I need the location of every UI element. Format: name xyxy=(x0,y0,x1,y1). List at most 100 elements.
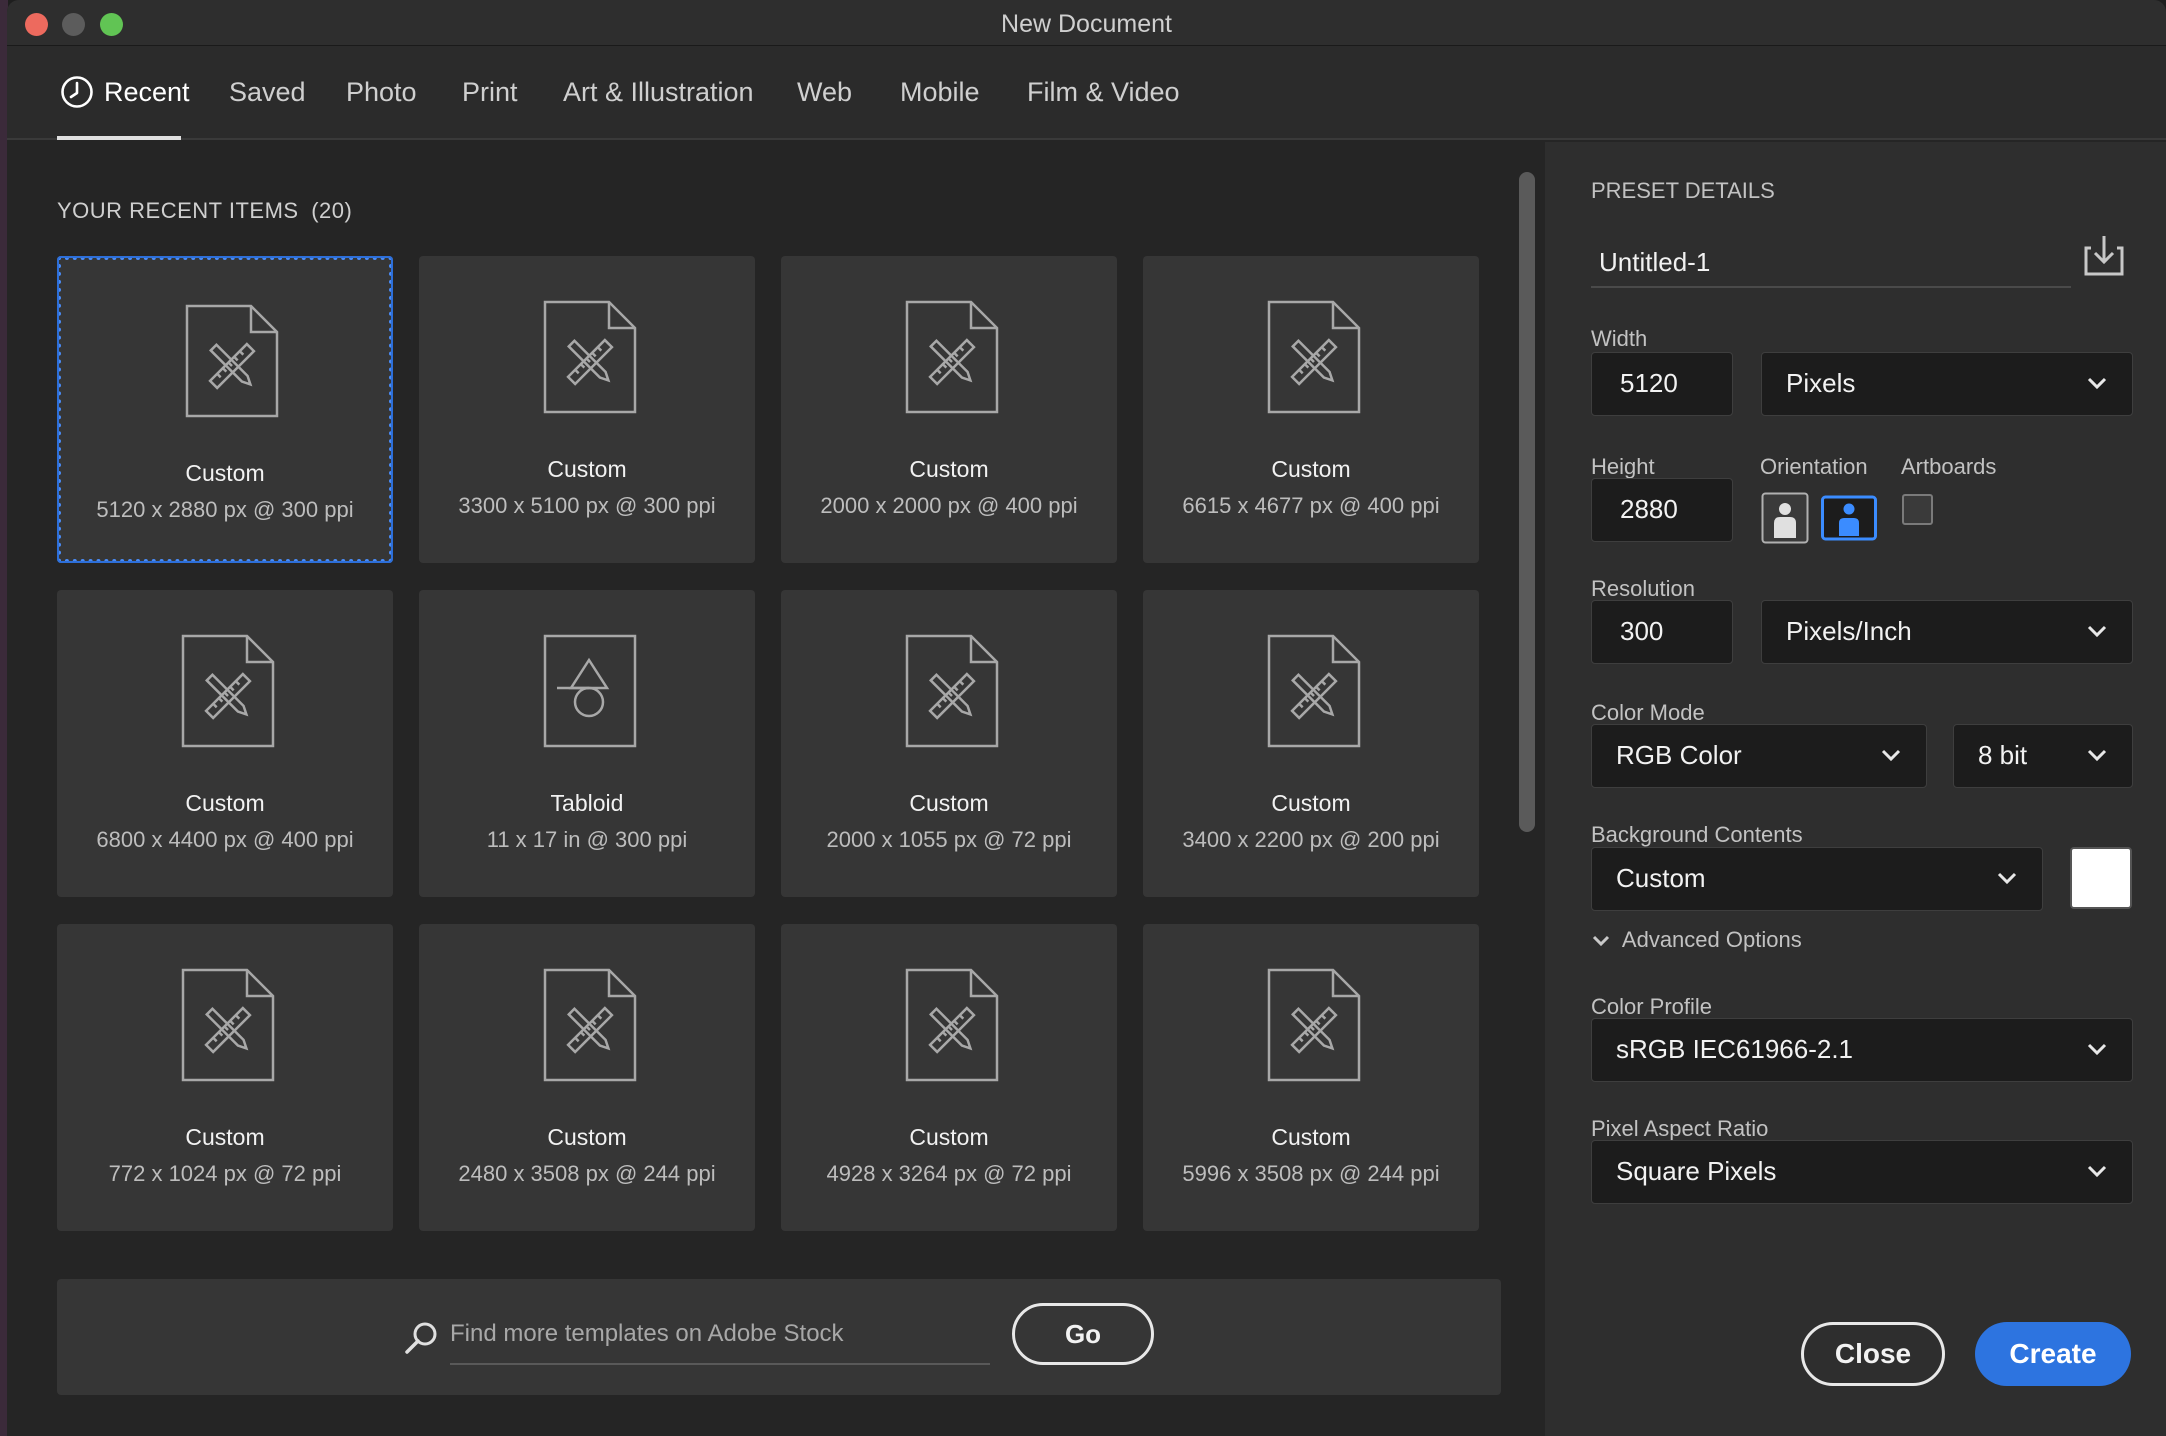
height-label: Height xyxy=(1591,454,1655,479)
width-input[interactable]: 5120 xyxy=(1591,352,1733,416)
save-preset-icon[interactable] xyxy=(2081,232,2127,278)
tab-web[interactable]: Web xyxy=(797,46,852,140)
custom-document-icon xyxy=(905,300,999,414)
resolution-unit-select[interactable]: Pixels/Inch xyxy=(1761,600,2133,664)
color-profile-label: Color Profile xyxy=(1591,994,1713,1019)
resolution-unit-value: Pixels/Inch xyxy=(1786,616,1912,646)
recent-item-card[interactable]: Custom 4928 x 3264 px @ 72 ppi xyxy=(781,924,1117,1231)
custom-document-icon xyxy=(181,968,275,1082)
recent-item-name: Custom xyxy=(185,1124,265,1150)
recent-item-dimensions: 11 x 17 in @ 300 ppi xyxy=(486,827,688,852)
recent-item-dimensions: 5996 x 3508 px @ 244 ppi xyxy=(1182,1161,1440,1186)
recent-item-card[interactable]: Custom 2000 x 2000 px @ 400 ppi xyxy=(781,256,1117,563)
recent-item-name: Custom xyxy=(1271,790,1351,816)
custom-document-icon xyxy=(905,634,999,748)
tab-photo[interactable]: Photo xyxy=(346,46,417,140)
chevron-down-icon xyxy=(2087,1165,2107,1178)
new-document-dialog: New Document Recent Saved Photo Print Ar… xyxy=(7,0,2166,1436)
create-button[interactable]: Create xyxy=(1975,1322,2131,1386)
tab-print[interactable]: Print xyxy=(462,46,518,140)
recent-item-name: Custom xyxy=(1271,456,1351,482)
tab-recent[interactable]: Recent xyxy=(104,46,190,140)
portrait-orientation-icon[interactable] xyxy=(1761,492,1809,544)
tab-film-video[interactable]: Film & Video xyxy=(1027,46,1180,140)
close-button[interactable]: Close xyxy=(1801,1322,1945,1386)
recent-item-card[interactable]: Custom 3400 x 2200 px @ 200 ppi xyxy=(1143,590,1479,897)
window-title: New Document xyxy=(1001,10,1172,38)
active-tab-indicator xyxy=(57,136,181,140)
recent-items-title: YOUR RECENT ITEMS xyxy=(57,198,299,223)
orientation-label: Orientation xyxy=(1760,454,1868,479)
custom-document-icon xyxy=(905,968,999,1082)
advanced-options-toggle[interactable]: Advanced Options xyxy=(1591,927,1802,953)
recent-item-name: Custom xyxy=(185,790,265,816)
search-icon xyxy=(405,1322,437,1354)
landscape-orientation-icon[interactable] xyxy=(1821,492,1877,544)
document-name-field[interactable]: Untitled-1 xyxy=(1591,240,2071,288)
custom-document-icon xyxy=(543,300,637,414)
resolution-input[interactable]: 300 xyxy=(1591,600,1733,664)
clock-icon xyxy=(61,76,93,108)
tab-mobile[interactable]: Mobile xyxy=(900,46,980,140)
color-mode-select[interactable]: RGB Color xyxy=(1591,724,1927,788)
background-contents-label: Background Contents xyxy=(1591,822,1803,847)
recent-item-name: Custom xyxy=(547,456,627,482)
width-unit-select[interactable]: Pixels xyxy=(1761,352,2133,416)
chevron-down-icon xyxy=(2087,625,2107,638)
recent-item-card[interactable]: Custom 2480 x 3508 px @ 244 ppi xyxy=(419,924,755,1231)
chevron-down-icon xyxy=(2087,377,2107,390)
recent-item-dimensions: 772 x 1024 px @ 72 ppi xyxy=(108,1161,342,1186)
background-contents-value: Custom xyxy=(1616,863,1706,893)
recent-item-name: Custom xyxy=(185,460,265,486)
recent-item-dimensions: 2000 x 2000 px @ 400 ppi xyxy=(820,493,1078,518)
recent-item-name: Custom xyxy=(1271,1124,1351,1150)
background-color-swatch[interactable] xyxy=(2070,847,2132,909)
custom-document-icon xyxy=(181,634,275,748)
scrollbar-thumb[interactable] xyxy=(1519,172,1535,832)
height-input[interactable]: 2880 xyxy=(1591,478,1733,542)
recent-item-card[interactable]: Custom 5996 x 3508 px @ 244 ppi xyxy=(1143,924,1479,1231)
recent-item-card[interactable]: Custom 2000 x 1055 px @ 72 ppi xyxy=(781,590,1117,897)
recent-item-dimensions: 2000 x 1055 px @ 72 ppi xyxy=(826,827,1072,852)
print-document-icon xyxy=(543,634,637,748)
chevron-down-icon xyxy=(2087,1043,2107,1056)
recent-item-card[interactable]: Tabloid 11 x 17 in @ 300 ppi xyxy=(419,590,755,897)
resolution-label: Resolution xyxy=(1591,576,1695,601)
title-bar: New Document xyxy=(7,0,2166,46)
chevron-down-icon xyxy=(2087,749,2107,762)
recent-item-dimensions: 4928 x 3264 px @ 72 ppi xyxy=(826,1161,1072,1186)
width-label: Width xyxy=(1591,326,1648,351)
go-button[interactable]: Go xyxy=(1012,1303,1154,1365)
advanced-options-label: Advanced Options xyxy=(1621,927,1802,952)
preset-details-panel: PRESET DETAILS Untitled-1 Width 5120 Pix… xyxy=(1545,142,2166,1436)
tab-saved[interactable]: Saved xyxy=(229,46,306,140)
pixel-aspect-ratio-value: Square Pixels xyxy=(1616,1156,1777,1186)
width-unit-value: Pixels xyxy=(1786,368,1856,398)
recent-item-dimensions: 6800 x 4400 px @ 400 ppi xyxy=(96,827,354,852)
custom-document-icon xyxy=(1267,300,1361,414)
background-contents-select[interactable]: Custom xyxy=(1591,847,2043,911)
pixel-aspect-ratio-select[interactable]: Square Pixels xyxy=(1591,1140,2133,1204)
recent-item-name: Tabloid xyxy=(550,790,624,816)
bit-depth-select[interactable]: 8 bit xyxy=(1953,724,2133,788)
stock-search-input[interactable] xyxy=(450,1309,990,1365)
custom-document-icon xyxy=(1267,968,1361,1082)
recent-item-name: Custom xyxy=(547,1124,627,1150)
category-tabs: Recent Saved Photo Print Art & Illustrat… xyxy=(7,46,2166,140)
recent-item-card[interactable]: Custom 6615 x 4677 px @ 400 ppi xyxy=(1143,256,1479,563)
tab-art-illustration[interactable]: Art & Illustration xyxy=(563,46,754,140)
recent-item-dimensions: 3300 x 5100 px @ 300 ppi xyxy=(458,493,716,518)
color-mode-value: RGB Color xyxy=(1616,740,1742,770)
recent-item-card[interactable]: Custom 772 x 1024 px @ 72 ppi xyxy=(57,924,393,1231)
recent-item-dimensions: 6615 x 4677 px @ 400 ppi xyxy=(1182,493,1440,518)
custom-document-icon xyxy=(543,968,637,1082)
recent-item-card[interactable]: Custom 6800 x 4400 px @ 400 ppi xyxy=(57,590,393,897)
recent-item-name: Custom xyxy=(909,790,989,816)
custom-document-icon xyxy=(185,304,279,418)
artboards-checkbox[interactable] xyxy=(1902,494,1933,525)
color-profile-select[interactable]: sRGB IEC61966-2.1 xyxy=(1591,1018,2133,1082)
recent-item-card[interactable]: Custom 5120 x 2880 px @ 300 ppi xyxy=(57,256,393,563)
recent-item-card[interactable]: Custom 3300 x 5100 px @ 300 ppi xyxy=(419,256,755,563)
recent-items-count: (20) xyxy=(311,198,353,223)
recent-item-name: Custom xyxy=(909,1124,989,1150)
